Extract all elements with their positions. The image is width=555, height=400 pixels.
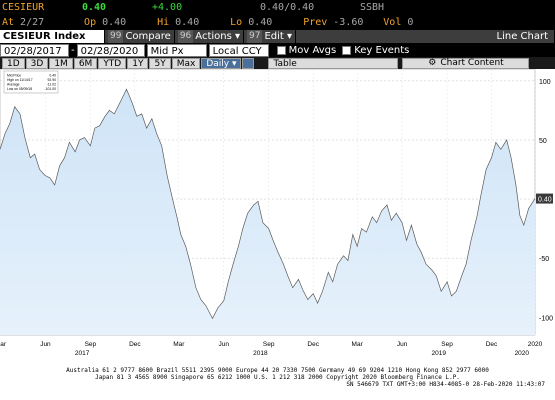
chart-type-title: Line Chart: [296, 29, 554, 43]
legend-value: 92.90: [48, 78, 57, 82]
security-field[interactable]: CESIEUR Index: [0, 29, 104, 43]
key-events-checkbox[interactable]: [342, 45, 352, 55]
legend-entry: Low on 05/09/18: [7, 87, 32, 91]
x-year-label: 2018: [253, 350, 268, 357]
period-button-1y[interactable]: 1Y: [127, 57, 149, 69]
frequency-extra[interactable]: [242, 57, 255, 69]
x-tick-label: Jun: [219, 341, 230, 348]
quote-line-1: CESIEUR 0.40 +4.00 0.40/0.40 SSBH: [0, 0, 555, 15]
period-button-1d[interactable]: 1D: [2, 57, 25, 69]
edit-number: 97: [247, 29, 263, 43]
period-button-ytd[interactable]: YTD: [98, 57, 127, 69]
y-tick-label: 100: [539, 79, 551, 86]
frequency-selector[interactable]: Daily ▾: [201, 57, 242, 69]
function-toolbar: CESIEUR Index 99 Compare 96 Actions ▾ 97…: [0, 29, 555, 43]
y-tick-label: 50: [539, 138, 547, 145]
actions-label: Actions ▾: [195, 30, 241, 42]
end-date-field[interactable]: 02/28/2020: [76, 43, 145, 57]
compare-button[interactable]: 99 Compare: [105, 29, 174, 43]
edit-button[interactable]: 97 Edit ▾: [244, 29, 296, 43]
date-separator: -: [71, 44, 75, 56]
mov-avgs-checkbox[interactable]: [276, 45, 286, 55]
last-price: 0.40: [82, 2, 107, 13]
legend: Mid Price 0.40 High on 11/14/17 92.90 Averag…: [3, 70, 59, 94]
legend-value: -11.02: [47, 83, 56, 87]
period-button-3d[interactable]: 3D: [25, 57, 49, 69]
field-selector[interactable]: Mid Px: [146, 43, 207, 57]
high-label: Hi: [157, 16, 170, 28]
line-chart[interactable]: 100500-50-100 MarJunSepDecMarJunSepDecMa…: [0, 68, 555, 362]
x-year-label: 2017: [75, 350, 90, 357]
x-tick-label: Mar: [0, 341, 7, 348]
compare-label: Compare: [125, 30, 171, 42]
actions-number: 96: [177, 29, 194, 43]
bid-ask: 0.40/0.40: [260, 2, 315, 13]
legend-entry: High on 11/14/17: [7, 78, 33, 82]
low-label: Lo: [230, 16, 243, 28]
legend-value: -101.00: [45, 87, 57, 91]
prev-value: -3.60: [333, 16, 364, 28]
chart-area[interactable]: 100500-50-100 MarJunSepDecMarJunSepDecMa…: [0, 68, 555, 377]
x-tick-label: Mar: [173, 341, 185, 348]
last-value-marker: 0.40: [536, 193, 553, 204]
x-tick-label: Sep: [85, 341, 97, 348]
footer-contacts-2: Japan 81 3 4565 8900 Singapore 65 6212 1…: [95, 374, 460, 381]
compare-number: 99: [108, 29, 124, 43]
period-button-1m[interactable]: 1M: [49, 57, 73, 69]
volume-label: Vol: [383, 16, 402, 28]
footer: Australia 61 2 9777 8600 Brazil 5511 239…: [0, 362, 555, 400]
x-tick-label: Dec: [307, 341, 319, 348]
period-button-5y[interactable]: 5Y: [149, 57, 171, 69]
footer-contacts: Australia 61 2 9777 8600 Brazil 5511 239…: [66, 367, 489, 374]
prev-label: Prev: [303, 16, 328, 28]
legend-entry: Average: [7, 83, 20, 87]
period-button-max[interactable]: Max: [171, 57, 201, 69]
ticker-name[interactable]: CESIEUR: [2, 2, 82, 13]
mov-avgs-label: Mov Avgs: [288, 44, 337, 56]
pricing-source: SSBH: [360, 2, 385, 13]
x-tick-label: Jun: [397, 341, 408, 348]
period-buttons: 1D 3D 1M 6M YTD 1Y 5Y Max: [2, 57, 201, 69]
edit-label: Edit ▾: [264, 30, 293, 42]
actions-button[interactable]: 96 Actions ▾: [174, 29, 244, 43]
chart-content-label: Chart Content: [440, 57, 504, 68]
legend-entry: Mid Price: [7, 74, 21, 78]
table-button[interactable]: Table: [268, 57, 399, 69]
period-bar: 1D 3D 1M 6M YTD 1Y 5Y Max Daily ▾ Table ⚙ Chart…: [0, 57, 555, 69]
period-button-6m[interactable]: 6M: [73, 57, 98, 69]
x-year-label: 2019: [432, 350, 447, 357]
legend-value: 0.40: [49, 74, 56, 78]
low-value: 0.40: [248, 16, 273, 28]
x-tick-label: 2020: [528, 341, 543, 348]
x-year-label: 2020: [515, 350, 530, 357]
chart-content-button[interactable]: ⚙ Chart Content: [402, 57, 530, 69]
x-tick-label: Mar: [352, 341, 364, 348]
quote-line-2: At 2/27 Op 0.40 Hi 0.40 Lo 0.40 Prev -3.…: [0, 15, 555, 29]
at-label: At: [2, 16, 15, 28]
x-tick-label: Sep: [263, 341, 275, 348]
last-value-text: 0.40: [538, 197, 552, 204]
currency-selector[interactable]: Local CCY: [208, 43, 269, 57]
x-tick-label: Dec: [486, 341, 498, 348]
x-axis: Mar Jun Sep Dec Mar Jun Sep Dec Mar Jun Sep Dec 2020…: [0, 341, 543, 357]
high-value: 0.40: [175, 16, 200, 28]
x-tick-label: Dec: [129, 341, 141, 348]
key-events-label: Key Events: [354, 44, 410, 56]
price-change: +4.00: [152, 2, 183, 13]
open-value: 0.40: [102, 16, 127, 28]
start-date-field[interactable]: 02/28/2017: [0, 43, 69, 57]
open-label: Op: [84, 16, 97, 28]
y-tick-label: -50: [539, 256, 549, 263]
chart-controls: 02/28/2017 - 02/28/2020 Mid Px Local CCY…: [0, 43, 555, 57]
settings-icon: ⚙: [428, 57, 437, 68]
volume-value: 0: [407, 16, 414, 28]
x-tick-label: Jun: [40, 341, 51, 348]
at-date: 2/27: [20, 16, 45, 28]
y-tick-label: -100: [539, 315, 553, 322]
footer-session: SN 546679 TXT GMT+3:00 H834-4085-0 28-Fe…: [346, 381, 545, 388]
x-tick-label: Sep: [441, 341, 453, 348]
